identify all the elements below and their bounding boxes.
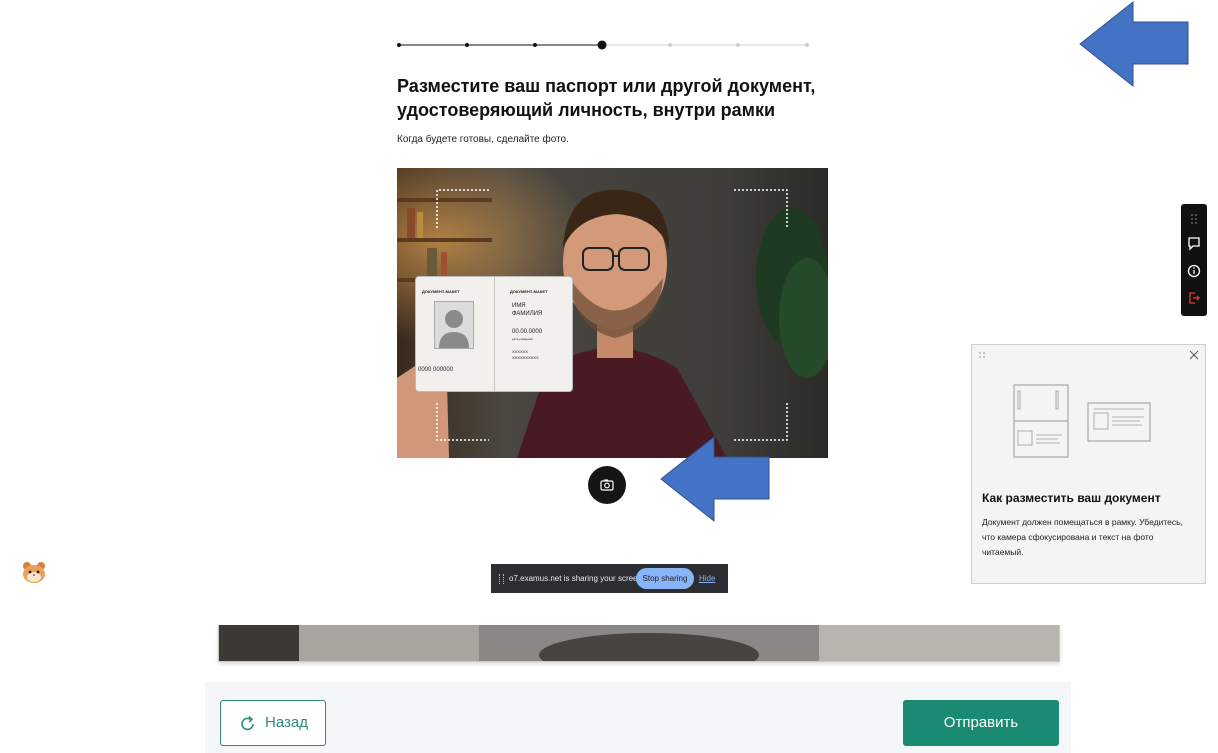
progress-step-2	[465, 43, 469, 47]
drag-grip-icon[interactable]	[499, 574, 504, 584]
stop-sharing-button[interactable]: Stop sharing	[636, 568, 694, 589]
back-button-label: Назад	[265, 714, 308, 731]
progress-stepper	[397, 38, 811, 52]
card-date-caption: дата рождения	[512, 337, 533, 341]
close-icon[interactable]	[1189, 350, 1199, 360]
drag-handle-icon[interactable]	[1181, 208, 1207, 228]
drag-handle-icon[interactable]	[978, 351, 986, 359]
help-panel: Как разместить ваш документ Документ дол…	[971, 344, 1206, 584]
card-name-line2: ФАМИЛИЯ	[512, 311, 543, 317]
card-left-header: ДОКУМЕНТ-МАКЕТ	[422, 289, 460, 294]
refresh-icon	[241, 715, 254, 731]
progress-track	[397, 40, 809, 50]
back-button[interactable]: Назад	[220, 700, 326, 746]
hamster-face-icon[interactable]	[22, 561, 46, 583]
help-title: Как разместить ваш документ	[982, 491, 1161, 505]
chat-icon[interactable]	[1181, 234, 1207, 254]
document-illustration-icon	[1013, 384, 1151, 458]
progress-step-6	[736, 43, 740, 47]
camera-icon	[600, 479, 614, 491]
card-code-2: XXXXXXXXXX	[512, 355, 539, 360]
camera-preview: ДОКУМЕНТ-МАКЕТ 0000 000000 ДОКУМЕНТ-МАКЕ…	[397, 168, 828, 458]
card-right-header: ДОКУМЕНТ-МАКЕТ	[510, 289, 548, 294]
exam-screen: Разместите ваш паспорт или другой докуме…	[0, 0, 1218, 598]
exit-icon[interactable]	[1181, 288, 1207, 308]
hide-link[interactable]: Hide	[699, 574, 715, 583]
card-date: 00.00.0000	[512, 329, 543, 335]
instruction-text: Когда будете готовы, сделайте фото.	[397, 134, 569, 145]
annotation-arrow	[1079, 0, 1189, 88]
progress-step-3	[533, 43, 537, 47]
card-photo-placeholder	[434, 301, 474, 349]
person-silhouette-icon	[439, 310, 469, 348]
card-number: 0000 000000	[418, 367, 454, 373]
progress-step-current	[597, 40, 607, 50]
page-title: Разместите ваш паспорт или другой докуме…	[397, 76, 816, 120]
webcam-image	[219, 625, 1059, 661]
help-text: Документ должен помещаться в рамку. Убед…	[982, 517, 1183, 557]
annotation-arrow	[660, 435, 770, 523]
progress-step-7	[805, 43, 809, 47]
card-code-1: XXXXXX	[512, 349, 529, 354]
card-name-line1: ИМЯ	[512, 303, 526, 309]
capture-photo-button[interactable]	[588, 466, 626, 504]
screen-share-bar: o7.examus.net is sharing your screen. St…	[491, 564, 728, 593]
progress-step-5	[668, 43, 672, 47]
side-toolbar	[1181, 204, 1207, 316]
screen-share-message: o7.examus.net is sharing your screen.	[509, 574, 645, 583]
submit-button[interactable]: Отправить	[903, 700, 1059, 746]
info-icon[interactable]	[1181, 261, 1207, 281]
webcam-preview	[218, 625, 1060, 662]
sample-id-card: ДОКУМЕНТ-МАКЕТ 0000 000000 ДОКУМЕНТ-МАКЕ…	[415, 276, 573, 392]
progress-step-1	[397, 43, 401, 47]
